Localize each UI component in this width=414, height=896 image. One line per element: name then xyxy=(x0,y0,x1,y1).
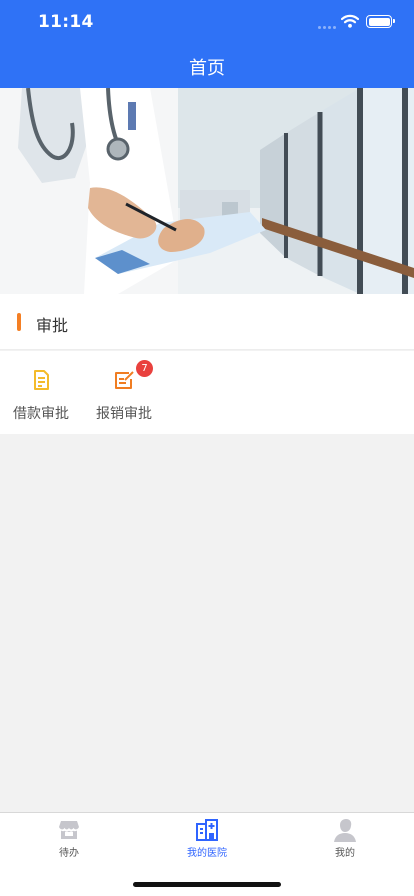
notification-badge: 7 xyxy=(136,360,153,377)
edit-form-icon xyxy=(115,371,134,389)
approval-section-header: 审批 xyxy=(0,294,414,350)
signal-icon xyxy=(318,23,340,29)
tab-mine[interactable]: 我的 xyxy=(276,813,414,861)
banner-carousel[interactable] xyxy=(0,88,414,294)
status-bar: 11:14 xyxy=(0,0,414,44)
tab-todo[interactable]: 待办 xyxy=(0,813,138,861)
tab-label: 我的 xyxy=(335,848,355,859)
document-icon xyxy=(34,370,49,390)
loan-approval-label: 借款审批 xyxy=(13,406,69,422)
section-accent-bar xyxy=(17,313,21,331)
tab-label: 待办 xyxy=(59,848,79,859)
section-title: 审批 xyxy=(36,316,69,335)
tab-my-hospital[interactable]: 我的医院 xyxy=(138,813,276,861)
tab-label: 我的医院 xyxy=(187,848,227,859)
shop-icon xyxy=(59,821,79,839)
status-time: 11:14 xyxy=(38,12,94,32)
wifi-icon xyxy=(341,14,359,28)
reimbursement-approval-label: 报销审批 xyxy=(96,406,152,422)
user-icon xyxy=(334,819,356,842)
reimbursement-approval-item[interactable]: 报销审批 xyxy=(83,351,165,434)
app-header: 11:14 首页 xyxy=(0,0,414,88)
battery-icon xyxy=(366,15,395,28)
hospital-icon xyxy=(196,819,218,841)
approval-grid: 借款审批 报销审批 7 xyxy=(0,351,414,434)
loan-approval-item[interactable]: 借款审批 xyxy=(0,351,82,434)
home-indicator[interactable] xyxy=(133,882,281,887)
banner-image xyxy=(0,88,414,294)
page-title: 首页 xyxy=(189,58,225,79)
